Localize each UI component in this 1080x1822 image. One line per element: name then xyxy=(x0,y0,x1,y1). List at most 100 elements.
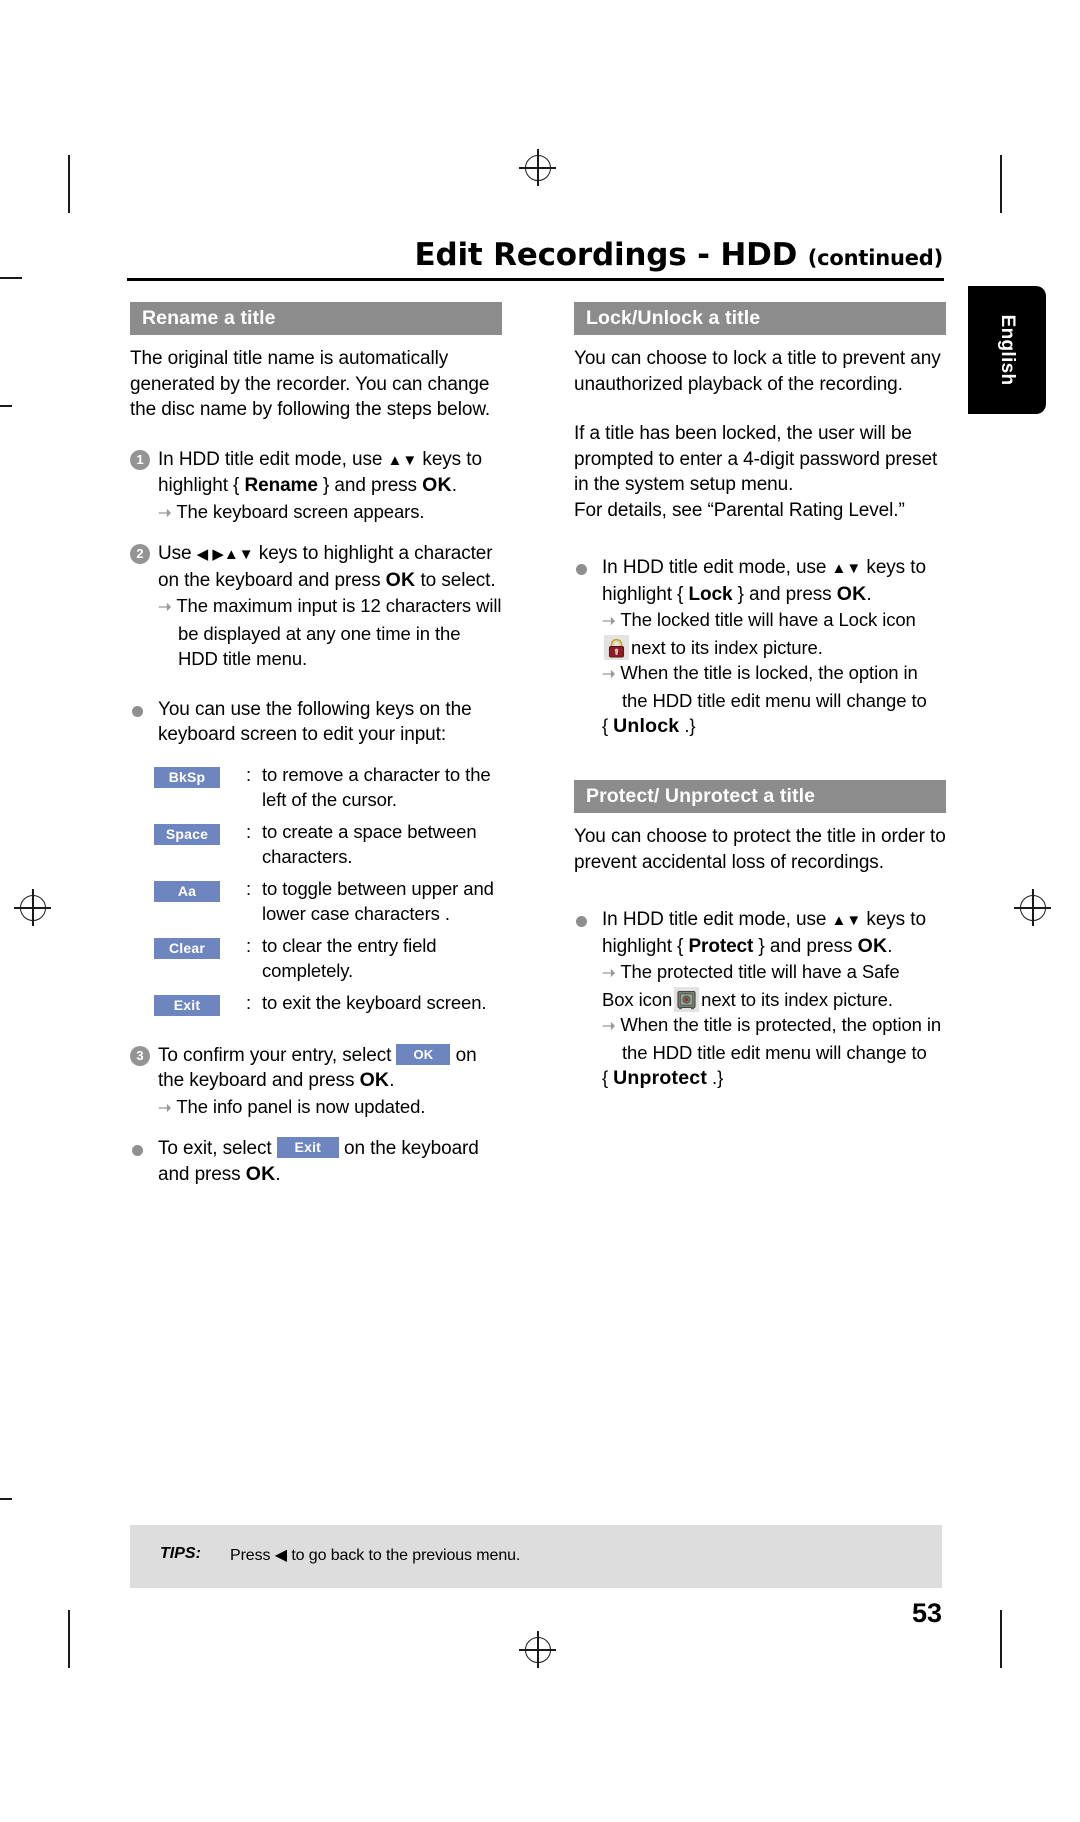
language-tab-label: English xyxy=(997,314,1018,386)
step-1-number: 1 xyxy=(130,449,150,470)
step-2-number: 2 xyxy=(130,544,150,565)
arrow-icon: ➝ xyxy=(602,1018,616,1036)
tips-text-before: Press xyxy=(230,1547,275,1564)
protect-menu-item: Protect xyxy=(688,935,754,957)
bullet-dot-icon xyxy=(576,564,587,576)
colon-clear: : xyxy=(246,934,252,956)
colon-bksp: : xyxy=(246,763,252,785)
key-chip-ok[interactable]: OK xyxy=(396,1043,451,1065)
up-down-arrow-icon: ▲▼ xyxy=(387,451,418,469)
key-desc-aa: to toggle between upper and lower case c… xyxy=(262,877,494,924)
up-down-arrow-icon: ▲▼ xyxy=(831,912,862,930)
protect-result-1-cont: Box icon next to its index picture. xyxy=(602,986,946,1013)
language-tab: English xyxy=(968,286,1046,414)
protect-result-1: ➝ The protected title will have a Safe xyxy=(602,959,946,987)
protect-text-mid2: } and press xyxy=(753,935,858,957)
step-2-text-after: to select. xyxy=(415,569,496,591)
protect-bullet: In HDD title edit mode, use ▲▼ keys to h… xyxy=(574,907,946,1092)
key-chip-aa[interactable]: Aa xyxy=(154,880,220,902)
unlock-brace-close: .} xyxy=(679,715,696,737)
colon-space: : xyxy=(246,820,252,842)
exit-ok-key: OK xyxy=(245,1162,276,1185)
right-column: Lock/Unlock a title You can choose to lo… xyxy=(574,302,946,1106)
protect-text-after: . xyxy=(887,935,893,957)
registration-target-top xyxy=(519,149,556,186)
key-legend-table: BkSp : to remove a character to the left… xyxy=(154,762,500,1025)
lock-text-after: . xyxy=(866,583,872,605)
arrow-icon: ➝ xyxy=(602,965,616,983)
key-chip-space[interactable]: Space xyxy=(154,823,220,845)
header-rule xyxy=(127,278,944,281)
direction-arrows-icon: ◀ ▶▲▼ xyxy=(196,546,254,564)
up-down-arrow-icon: ▲▼ xyxy=(831,560,862,578)
colon-exit: : xyxy=(246,991,252,1013)
left-column: Rename a title The original title name i… xyxy=(130,302,502,1201)
step-2-result: ➝ The maximum input is 12 characters will… xyxy=(158,593,502,672)
arrow-icon: ➝ xyxy=(158,1099,172,1117)
step-3: 3 To confirm your entry, select OK on th… xyxy=(130,1043,502,1122)
unlock-brace-open: { xyxy=(602,715,614,737)
step-3-ok-key: OK xyxy=(359,1069,390,1092)
step-3-result: ➝ The info panel is now updated. xyxy=(158,1094,502,1122)
crop-mark-left-lower xyxy=(0,1498,12,1500)
section-header-lock-unlock: Lock/Unlock a title xyxy=(574,302,946,336)
protect-result-1-text-b: Box icon xyxy=(602,988,673,1010)
lock-result-2-text: When the title is locked, the option in … xyxy=(620,662,927,711)
manual-page: Edit Recordings - HDD (continued) Englis… xyxy=(0,0,1080,1822)
rename-intro-paragraph: The original title name is automatically… xyxy=(130,348,491,421)
colon-aa: : xyxy=(246,877,252,899)
bullet-dot-icon xyxy=(132,1145,143,1157)
registration-target-bottom xyxy=(519,1631,556,1668)
arrow-icon: ➝ xyxy=(602,613,616,631)
key-chip-exit-inline[interactable]: Exit xyxy=(276,1137,339,1159)
page-title-continued: (continued) xyxy=(807,246,943,270)
step-2-ok-key: OK xyxy=(385,568,416,591)
step-1-ok-key: OK xyxy=(422,474,452,497)
step-3-text-before: To confirm your entry, select xyxy=(158,1044,397,1066)
lock-result-1-text-b: next to its index picture. xyxy=(631,636,823,658)
crop-mark-bottom-right xyxy=(1000,1610,1002,1668)
step-3-number: 3 xyxy=(130,1045,150,1066)
registration-target-left xyxy=(14,889,51,926)
unprotect-brace-close: .} xyxy=(707,1067,724,1089)
step-1-menu-item: Rename xyxy=(244,475,318,497)
key-chip-bksp[interactable]: BkSp xyxy=(154,766,220,788)
step-2: 2 Use ◀ ▶▲▼ keys to highlight a characte… xyxy=(130,541,502,672)
crop-mark-left-upper xyxy=(0,277,22,279)
key-chip-exit[interactable]: Exit xyxy=(154,994,220,1016)
lock-result-1: ➝ The locked title will have a Lock icon xyxy=(602,607,946,635)
protect-result-2-text: When the title is protected, the option … xyxy=(620,1014,942,1063)
step-1-text-mid2: } and press xyxy=(317,475,423,497)
key-desc-clear: to clear the entry field completely. xyxy=(262,934,437,981)
safe-box-icon xyxy=(674,986,700,1012)
arrow-icon: ➝ xyxy=(158,504,172,522)
tips-bar: TIPS: Press ◀ to go back to the previous… xyxy=(130,1525,942,1588)
lock-paragraph-1: You can choose to lock a title to preven… xyxy=(574,348,941,395)
lock-result-1-text-a: The locked title will have a Lock icon xyxy=(620,609,916,631)
step-1-result-text: The keyboard screen appears. xyxy=(176,500,425,522)
step-1-text-before: In HDD title edit mode, use xyxy=(158,448,388,470)
step-2-result-text: The maximum input is 12 characters will … xyxy=(176,595,502,670)
step-3-text-after: . xyxy=(389,1070,395,1092)
page-title-text: Edit Recordings - HDD xyxy=(414,237,798,273)
lock-paragraph-2: If a title has been locked, the user wil… xyxy=(574,421,946,523)
lock-menu-item: Lock xyxy=(688,583,733,605)
key-desc-space: to create a space between characters. xyxy=(262,820,477,867)
key-legend-row-space: Space : to create a space between charac… xyxy=(154,819,500,876)
registration-target-right xyxy=(1014,889,1051,926)
protect-result-2: ➝ When the title is protected, the option… xyxy=(602,1012,946,1065)
left-arrow-icon: ◀ xyxy=(274,1547,287,1564)
protect-result-1-text-a: The protected title will have a Safe xyxy=(620,961,900,983)
crop-mark-bottom-left xyxy=(68,1610,70,1668)
bullet-dot-icon xyxy=(132,705,143,717)
lock-bullet: In HDD title edit mode, use ▲▼ keys to h… xyxy=(574,555,946,740)
lock-result-1-cont: next to its index picture. xyxy=(602,634,946,661)
keys-bullet-text: You can use the following keys on the ke… xyxy=(158,698,472,746)
lock-paragraph-2a: If a title has been locked, the user wil… xyxy=(574,423,938,496)
step-1-text-after: . xyxy=(451,475,457,497)
crop-mark-left-mid xyxy=(0,405,12,407)
step-1: 1 In HDD title edit mode, use ▲▼ keys to… xyxy=(130,447,502,527)
step-1-result: ➝ The keyboard screen appears. xyxy=(158,499,502,527)
tips-text-after: to go back to the previous menu. xyxy=(286,1547,521,1564)
key-chip-clear[interactable]: Clear xyxy=(154,937,220,959)
